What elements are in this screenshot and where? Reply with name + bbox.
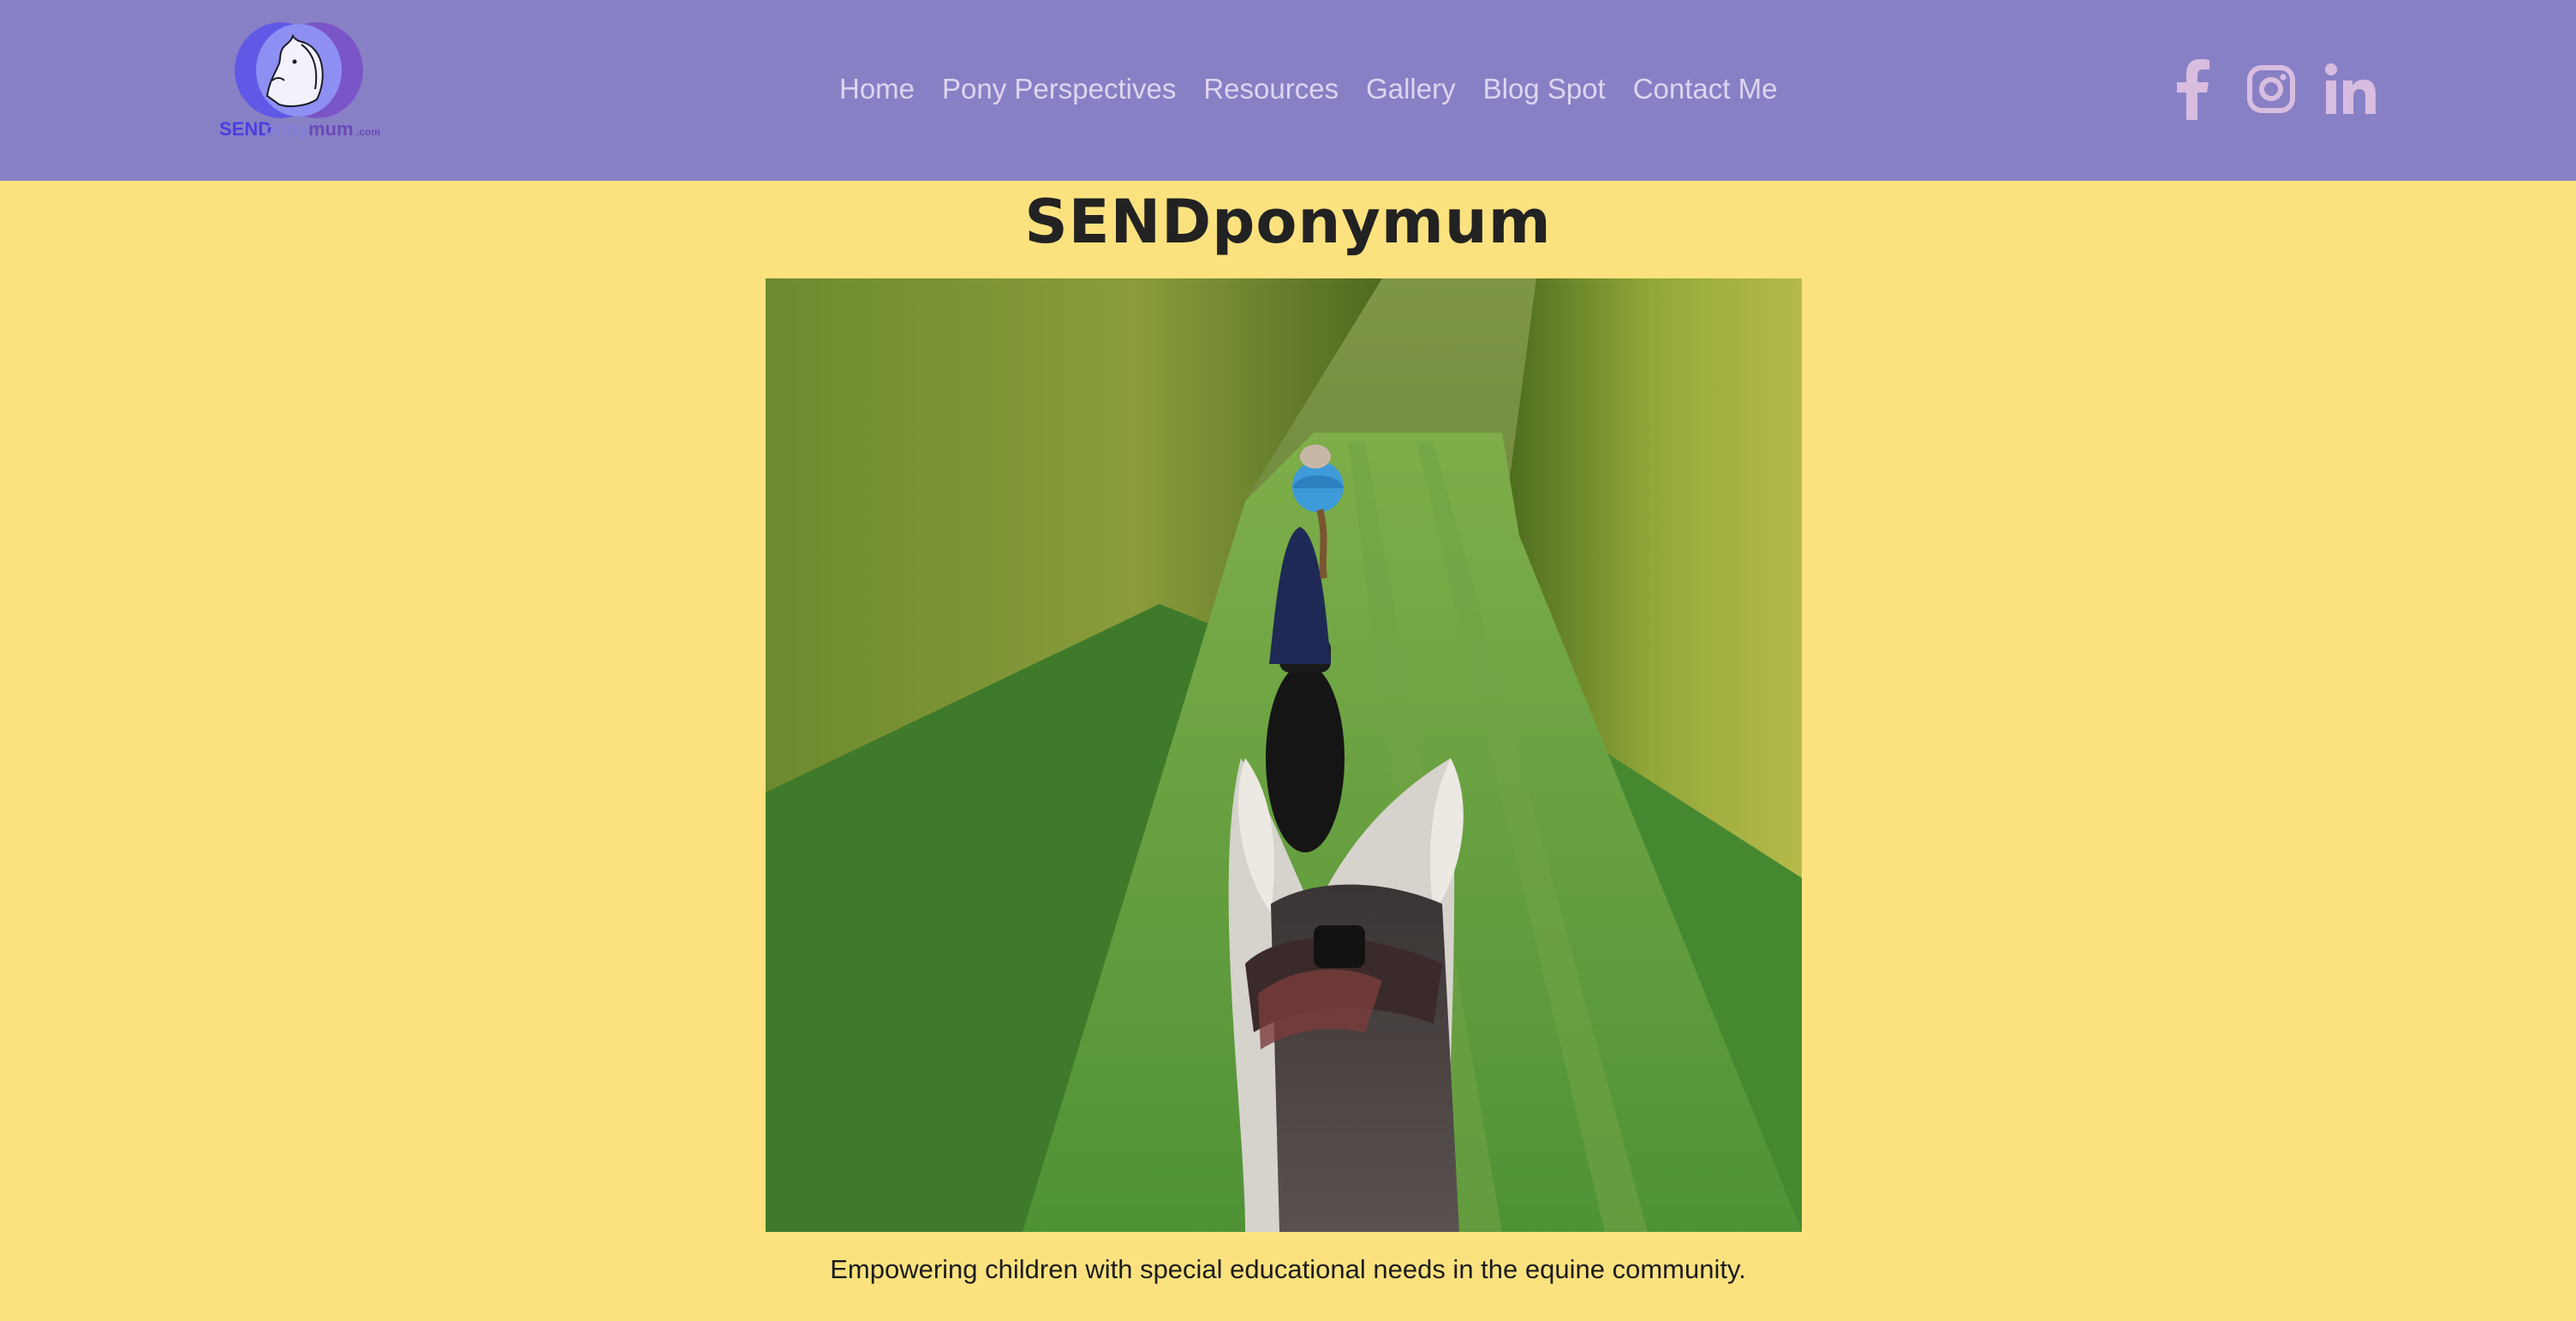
hero-image [766, 278, 1802, 1232]
logo-graphic: SEND pony mum .com [219, 22, 380, 140]
logo-text-pony: pony [264, 118, 309, 140]
linkedin-icon[interactable] [2324, 63, 2377, 116]
instagram-icon[interactable] [2246, 64, 2296, 114]
hero-photo [766, 278, 1802, 1232]
nav-item-blog-spot[interactable]: Blog Spot [1483, 73, 1606, 105]
nav-item-resources[interactable]: Resources [1203, 73, 1339, 105]
tagline: Empowering children with special educati… [830, 1254, 1746, 1284]
nav-item-pony-perspectives[interactable]: Pony Perspectives [942, 73, 1176, 105]
main-nav: Home Pony Perspectives Resources Gallery… [839, 67, 1804, 111]
logo-text-mum: mum [308, 118, 354, 140]
nav-item-contact-me[interactable]: Contact Me [1633, 73, 1778, 105]
social-links [2172, 57, 2377, 122]
site-header: SEND pony mum .com Home Pony Perspective… [0, 0, 2576, 181]
nav-item-gallery[interactable]: Gallery [1366, 73, 1456, 105]
page-title: SENDponymum [1024, 187, 1552, 257]
facebook-icon[interactable] [2172, 58, 2213, 120]
logo-text-com: .com [356, 126, 380, 138]
nav-item-home[interactable]: Home [839, 73, 915, 105]
site-logo[interactable]: SEND pony mum .com [212, 21, 385, 142]
